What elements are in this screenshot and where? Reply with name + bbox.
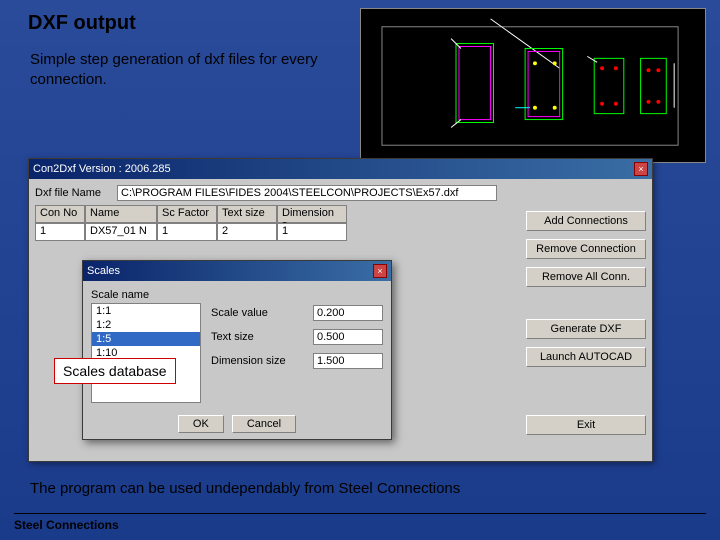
dialog-title: Con2Dxf Version : 2006.285 bbox=[33, 163, 171, 175]
callout-label: Scales database bbox=[54, 358, 176, 384]
close-icon[interactable]: × bbox=[634, 162, 648, 176]
ok-button[interactable]: OK bbox=[178, 415, 224, 433]
scale-list[interactable]: 1:1 1:2 1:5 1:10 bbox=[91, 303, 201, 403]
cancel-button[interactable]: Cancel bbox=[232, 415, 296, 433]
text-size-input[interactable] bbox=[313, 329, 383, 345]
exit-button[interactable]: Exit bbox=[526, 415, 646, 435]
cell: DX57_01 N bbox=[85, 223, 157, 241]
list-item[interactable]: 1:5 bbox=[92, 332, 200, 346]
col-header: Text size bbox=[217, 205, 277, 223]
cell: 2 bbox=[217, 223, 277, 241]
page-subtitle: Simple step generation of dxf files for … bbox=[30, 50, 340, 89]
scale-value-label: Scale value bbox=[211, 307, 268, 319]
dialog-titlebar[interactable]: Con2Dxf Version : 2006.285 × bbox=[29, 159, 652, 179]
scales-title: Scales bbox=[87, 265, 120, 277]
col-header: Name bbox=[85, 205, 157, 223]
close-icon[interactable]: × bbox=[373, 264, 387, 278]
scale-value-input[interactable] bbox=[313, 305, 383, 321]
remove-connection-button[interactable]: Remove Connection bbox=[526, 239, 646, 259]
col-header: Sc Factor bbox=[157, 205, 217, 223]
launch-autocad-button[interactable]: Launch AUTOCAD bbox=[526, 347, 646, 367]
file-label: Dxf file Name bbox=[35, 187, 117, 199]
scales-dialog: Scales × Scale name 1:1 1:2 1:5 1:10 Sca… bbox=[82, 260, 392, 440]
footer-brand: Steel Connections bbox=[14, 518, 119, 532]
dimension-size-label: Dimension size bbox=[211, 355, 286, 367]
generate-dxf-button[interactable]: Generate DXF bbox=[526, 319, 646, 339]
list-item[interactable]: 1:1 bbox=[92, 304, 200, 318]
divider bbox=[14, 513, 706, 514]
footer-text: The program can be used undependably fro… bbox=[30, 480, 460, 497]
dimension-size-input[interactable] bbox=[313, 353, 383, 369]
add-connections-button[interactable]: Add Connections bbox=[526, 211, 646, 231]
remove-all-button[interactable]: Remove All Conn. bbox=[526, 267, 646, 287]
cad-preview bbox=[360, 8, 706, 163]
cell: 1 bbox=[35, 223, 85, 241]
page-title: DXF output bbox=[28, 12, 136, 35]
col-header: Dimension s bbox=[277, 205, 347, 223]
file-input[interactable] bbox=[117, 185, 497, 201]
scales-titlebar[interactable]: Scales × bbox=[83, 261, 391, 281]
list-item[interactable]: 1:2 bbox=[92, 318, 200, 332]
scale-list-label: Scale name bbox=[91, 289, 201, 301]
text-size-label: Text size bbox=[211, 331, 254, 343]
cell: 1 bbox=[157, 223, 217, 241]
col-header: Con No bbox=[35, 205, 85, 223]
cell: 1 bbox=[277, 223, 347, 241]
